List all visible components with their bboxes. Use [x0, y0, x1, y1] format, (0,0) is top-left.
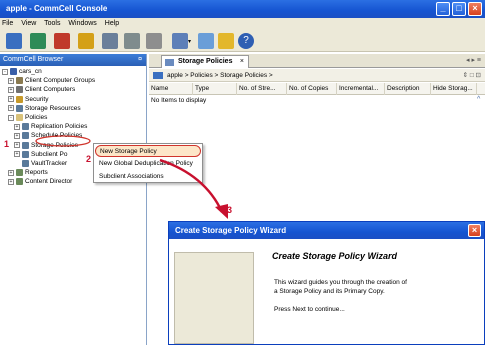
wizard-text-3: Press Next to continue...	[274, 306, 345, 313]
wizard-side-panel	[174, 252, 254, 344]
wizard-close-button[interactable]: ×	[468, 224, 481, 237]
wizard-title: Create Storage Policy Wizard	[175, 226, 287, 235]
wizard-text-2: a Storage Policy and its Primary Copy.	[274, 288, 385, 295]
wizard-titlebar: Create Storage Policy Wizard ×	[169, 222, 484, 239]
wizard-body: Create Storage Policy Wizard This wizard…	[169, 239, 484, 344]
highlight-ellipse	[35, 135, 91, 147]
wizard-heading: Create Storage Policy Wizard	[272, 251, 397, 261]
wizard-text-1: This wizard guides you through the creat…	[274, 279, 407, 286]
create-storage-policy-wizard: Create Storage Policy Wizard × Create St…	[168, 221, 485, 345]
arrow-line	[159, 158, 224, 213]
arrow-head	[215, 204, 228, 219]
